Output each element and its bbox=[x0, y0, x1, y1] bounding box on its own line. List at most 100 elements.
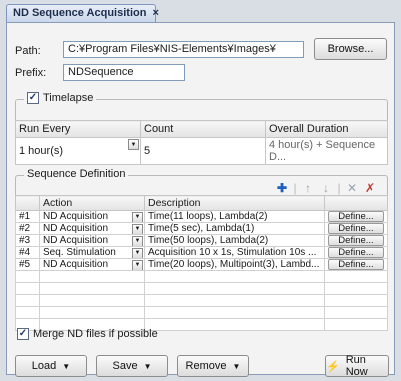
empty-cell bbox=[324, 294, 388, 307]
run-every-field[interactable]: 1 hour(s) ▼ bbox=[15, 137, 141, 165]
action-select[interactable]: Seq. Stimulation ▼ bbox=[39, 246, 145, 259]
run-icon: ⚡ bbox=[326, 360, 340, 373]
empty-cell bbox=[144, 306, 325, 319]
add-icon[interactable]: ✚ bbox=[275, 181, 289, 195]
define-cell: Define... bbox=[324, 246, 388, 259]
chevron-down-icon[interactable]: ▼ bbox=[132, 260, 143, 270]
remove-button-label: Remove bbox=[185, 360, 227, 372]
action-value: Seq. Stimulation bbox=[43, 247, 116, 258]
row-index: #3 bbox=[15, 234, 40, 247]
separator: | bbox=[293, 181, 297, 195]
empty-cell bbox=[324, 282, 388, 295]
path-label: Path: bbox=[15, 45, 41, 57]
tab-bar: ND Sequence Acquisition × bbox=[6, 4, 395, 23]
action-select[interactable]: ND Acquisition ▼ bbox=[39, 222, 145, 235]
action-select[interactable]: ND Acquisition ▼ bbox=[39, 210, 145, 223]
define-button[interactable]: Define... bbox=[328, 259, 384, 270]
description-cell: Acquisition 10 x 1s, Stimulation 10s ... bbox=[144, 246, 325, 259]
empty-cell bbox=[15, 294, 40, 307]
chevron-down-icon[interactable]: ▼ bbox=[132, 236, 143, 246]
description-cell: Time(5 sec), Lambda(1) bbox=[144, 222, 325, 235]
empty-cell bbox=[144, 318, 325, 331]
define-cell: Define... bbox=[324, 222, 388, 235]
save-button-label: Save bbox=[112, 360, 138, 372]
action-value: ND Acquisition bbox=[43, 211, 109, 222]
clear-icon[interactable]: ✗ bbox=[363, 181, 377, 195]
define-button[interactable]: Define... bbox=[328, 247, 384, 258]
table-row[interactable]: #2 ND Acquisition ▼ Time(5 sec), Lambda(1) D… bbox=[15, 222, 388, 235]
define-cell: Define... bbox=[324, 234, 388, 247]
run-now-button-label: Run Now bbox=[345, 354, 368, 378]
action-value: ND Acquisition bbox=[43, 223, 109, 234]
move-up-icon[interactable]: ↑ bbox=[301, 181, 315, 195]
col-count: Count bbox=[140, 120, 266, 138]
prefix-input[interactable]: NDSequence bbox=[63, 64, 185, 81]
chevron-down-icon[interactable]: ▼ bbox=[132, 212, 143, 222]
empty-cell bbox=[144, 282, 325, 295]
description-cell: Time(11 loops), Lambda(2) bbox=[144, 210, 325, 223]
merge-checkbox[interactable]: ✓ bbox=[17, 328, 29, 340]
move-down-icon[interactable]: ↓ bbox=[319, 181, 333, 195]
empty-cell bbox=[324, 306, 388, 319]
tab-title: ND Sequence Acquisition bbox=[13, 7, 147, 19]
empty-row bbox=[15, 270, 388, 283]
timelapse-legend: ✓ Timelapse bbox=[24, 92, 97, 104]
row-index: #1 bbox=[15, 210, 40, 223]
empty-cell bbox=[324, 270, 388, 283]
save-button[interactable]: Save ▼ bbox=[96, 355, 168, 377]
row-index: #2 bbox=[15, 222, 40, 235]
browse-button[interactable]: Browse... bbox=[314, 38, 387, 60]
chevron-down-icon[interactable]: ▼ bbox=[128, 139, 139, 150]
table-row[interactable]: #4 Seq. Stimulation ▼ Acquisition 10 x 1s, … bbox=[15, 246, 388, 259]
close-icon[interactable]: × bbox=[152, 7, 158, 19]
action-value: ND Acquisition bbox=[43, 235, 109, 246]
define-cell: Define... bbox=[324, 210, 388, 223]
chevron-down-icon: ▼ bbox=[62, 361, 71, 371]
remove-icon[interactable]: ✕ bbox=[345, 181, 359, 195]
timelapse-label: Timelapse bbox=[43, 92, 94, 104]
action-select[interactable]: ND Acquisition ▼ bbox=[39, 234, 145, 247]
prefix-label: Prefix: bbox=[15, 67, 47, 79]
count-field[interactable]: 5 bbox=[140, 137, 266, 165]
define-button[interactable]: Define... bbox=[328, 211, 384, 222]
sequence-table: Action Description #1 ND Acquisition ▼ Time… bbox=[15, 195, 388, 331]
empty-cell bbox=[39, 306, 145, 319]
table-row[interactable]: #5 ND Acquisition ▼ Time(20 loops), Multipo… bbox=[15, 258, 388, 271]
overall-duration-value: 4 hour(s) + Sequence D... bbox=[265, 137, 388, 165]
separator: | bbox=[337, 181, 341, 195]
action-select[interactable]: ND Acquisition ▼ bbox=[39, 258, 145, 271]
empty-cell bbox=[324, 318, 388, 331]
chevron-down-icon: ▼ bbox=[143, 361, 152, 371]
define-cell: Define... bbox=[324, 258, 388, 271]
empty-row bbox=[15, 282, 388, 295]
sequence-definition-label: Sequence Definition bbox=[27, 168, 126, 180]
run-every-value: 1 hour(s) bbox=[19, 145, 64, 157]
empty-cell bbox=[15, 306, 40, 319]
timelapse-checkbox[interactable]: ✓ bbox=[27, 92, 39, 104]
chevron-down-icon[interactable]: ▼ bbox=[132, 224, 143, 234]
description-cell: Time(20 loops), Multipoint(3), Lambd... bbox=[144, 258, 325, 271]
load-button[interactable]: Load ▼ bbox=[15, 355, 87, 377]
empty-row bbox=[15, 306, 388, 319]
action-value: ND Acquisition bbox=[43, 259, 109, 270]
load-button-label: Load bbox=[31, 360, 57, 372]
path-input[interactable]: C:¥Program Files¥NIS-Elements¥Images¥ bbox=[63, 41, 304, 58]
chevron-down-icon[interactable]: ▼ bbox=[132, 248, 143, 258]
define-button[interactable]: Define... bbox=[328, 223, 384, 234]
run-now-button[interactable]: ⚡ Run Now bbox=[325, 354, 389, 378]
empty-cell bbox=[39, 270, 145, 283]
remove-button[interactable]: Remove ▼ bbox=[177, 355, 249, 377]
col-description: Description bbox=[144, 195, 325, 211]
merge-row: ✓ Merge ND files if possible bbox=[17, 328, 158, 340]
col-run-every: Run Every bbox=[15, 120, 141, 138]
col-overall-duration: Overall Duration bbox=[265, 120, 388, 138]
table-row[interactable]: #3 ND Acquisition ▼ Time(50 loops), Lambda(… bbox=[15, 234, 388, 247]
tab-nd-sequence-acquisition[interactable]: ND Sequence Acquisition × bbox=[6, 4, 159, 23]
col-index bbox=[15, 195, 40, 211]
col-action: Action bbox=[39, 195, 145, 211]
define-button[interactable]: Define... bbox=[328, 235, 384, 246]
chevron-down-icon: ▼ bbox=[232, 361, 241, 371]
merge-label: Merge ND files if possible bbox=[33, 328, 158, 340]
table-row[interactable]: #1 ND Acquisition ▼ Time(11 loops), Lambda(… bbox=[15, 210, 388, 223]
empty-cell bbox=[144, 270, 325, 283]
